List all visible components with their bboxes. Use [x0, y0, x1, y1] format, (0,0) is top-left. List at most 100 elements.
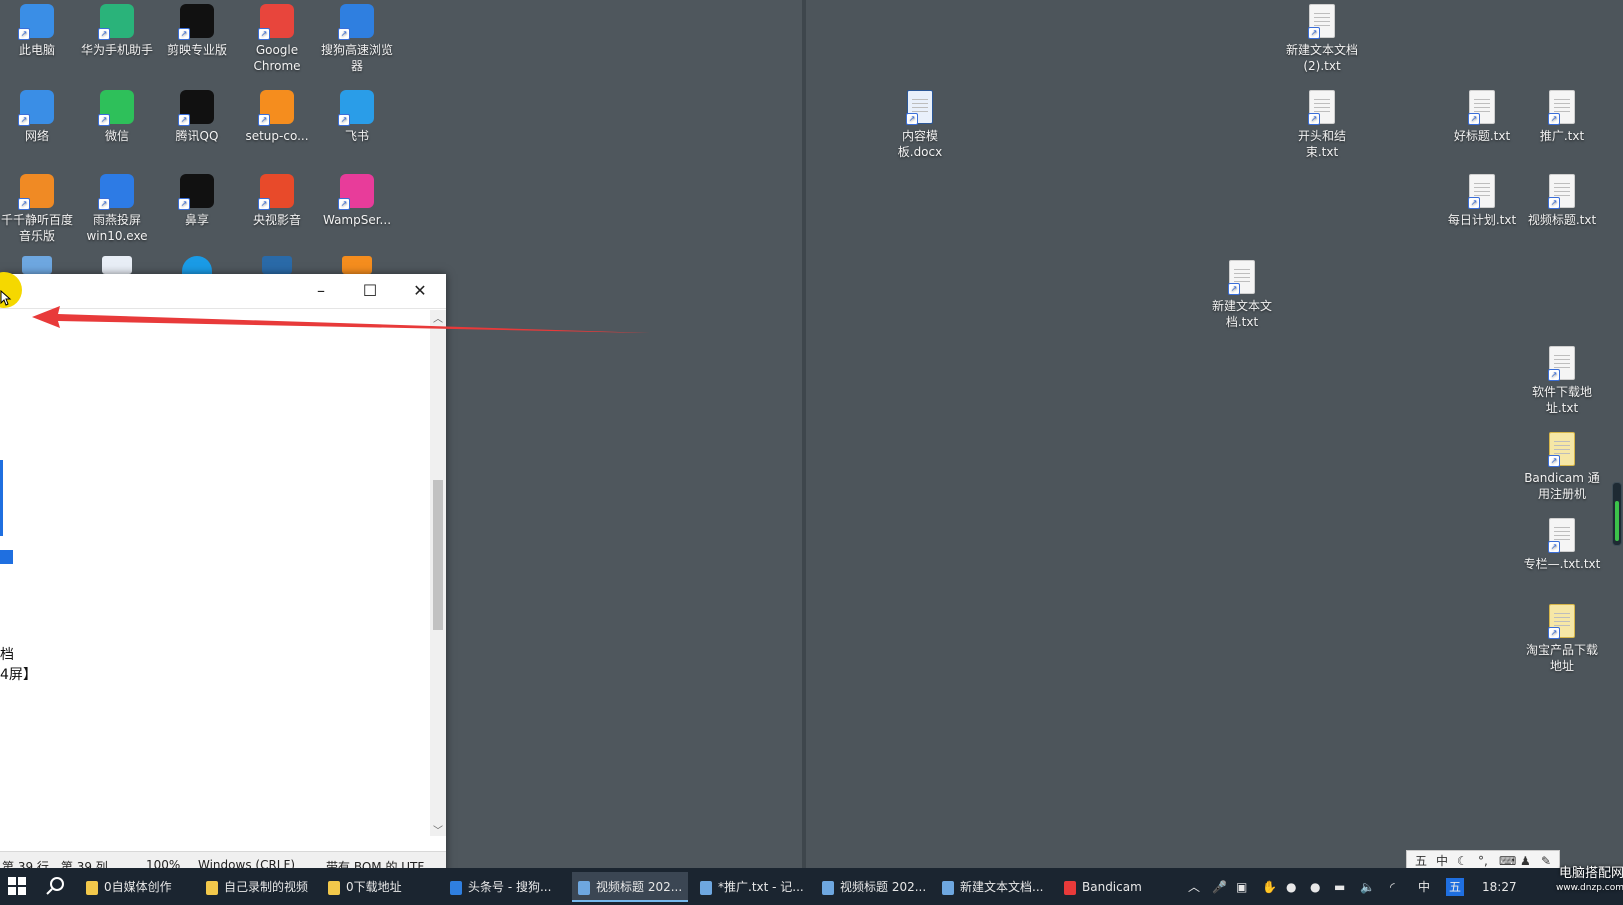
qq-tray-icon[interactable]: ●	[1310, 872, 1320, 902]
ime-mode-indicator[interactable]: 五	[1446, 878, 1465, 896]
desktop-icon[interactable]: ↗ 每日计划.txt	[1442, 174, 1522, 228]
shortcut-arrow-icon: ↗	[1468, 113, 1480, 125]
watermark-url: www.dnzp.com	[1555, 883, 1623, 893]
wampserver-icon: ↗	[338, 174, 374, 210]
shortcut-arrow-icon: ↗	[338, 198, 350, 210]
taskbar-item[interactable]: Bandicam	[1058, 872, 1174, 902]
search-icon[interactable]	[46, 876, 66, 896]
chevron-up-icon[interactable]: ︿	[1188, 872, 1200, 902]
computer-icon: ↗	[18, 4, 54, 40]
desktop-icon[interactable]: ↗ 网络	[0, 90, 77, 144]
desktop-icon[interactable]: ↗ 千千静听百度音乐版	[0, 174, 77, 244]
text-file-icon: ↗	[1468, 174, 1495, 209]
text-file-icon: ↗	[1548, 174, 1575, 209]
desktop-icon[interactable]: ↗ 淘宝产品下载地址	[1522, 604, 1602, 674]
taskbar-item-label: 0自媒体创作	[104, 880, 172, 894]
taskbar-app-icon	[450, 880, 462, 895]
battery-icon[interactable]: ▬	[1334, 872, 1345, 902]
text-file-icon: ↗	[1308, 4, 1335, 39]
desktop-icon[interactable]: ↗ 推广.txt	[1522, 90, 1602, 144]
shortcut-arrow-icon: ↗	[1548, 455, 1560, 467]
shortcut-arrow-icon: ↗	[1548, 113, 1560, 125]
taskbar-item[interactable]: 视频标题 202...	[572, 872, 688, 902]
watermark: 电脑搭配网 www.dnzp.com	[1538, 867, 1623, 903]
notepad-window[interactable]: – ☐ ✕ 档 4屏】 ︿ ﹀ 第 39 行，第 39 列 100% Windo…	[0, 274, 446, 878]
desktop-icon-label: 内容模板.docx	[897, 129, 943, 159]
desktop-icon-label: 淘宝产品下载地址	[1525, 643, 1598, 673]
desktop-icon-label: 新建文本文档.txt	[1211, 299, 1272, 329]
desktop-icon[interactable]: ↗ 鼻享	[157, 174, 237, 228]
taskbar-app-icon	[1064, 880, 1076, 895]
volume-meter	[1612, 482, 1622, 546]
taskbar-app-icon	[328, 880, 340, 895]
desktop-icon[interactable]: ↗ 专栏—.txt.txt	[1522, 518, 1602, 572]
blue-selection-block	[0, 550, 13, 564]
taskbar-item[interactable]: 0自媒体创作	[80, 872, 194, 902]
desktop-icon-label: 雨燕投屏win10.exe	[86, 213, 148, 243]
partial-icon	[342, 256, 372, 274]
desktop-icon[interactable]: ↗ 此电脑	[0, 4, 77, 58]
desktop-icon[interactable]: ↗ 央视影音	[237, 174, 317, 228]
speaker-icon[interactable]: 🔈	[1360, 872, 1375, 902]
ttplayer-icon: ↗	[18, 174, 54, 210]
ime-indicator[interactable]: 中	[1418, 872, 1430, 902]
desktop-icon[interactable]: ↗ 内容模板.docx	[880, 90, 960, 160]
desktop-icon-label: 此电脑	[18, 43, 55, 57]
desktop-icon[interactable]: ↗ 新建文本文档.txt	[1202, 260, 1282, 330]
desktop-icon[interactable]: ↗ Google Chrome	[237, 4, 317, 74]
taskbar-item[interactable]: *推广.txt - 记...	[694, 872, 810, 902]
taskbar-item[interactable]: 头条号 - 搜狗...	[444, 872, 562, 902]
qq-tray-icon[interactable]: ●	[1286, 872, 1296, 902]
notepad-text-area[interactable]: 档 4屏】	[0, 314, 430, 834]
desktop-icon[interactable]: ↗ 新建文本文档 (2).txt	[1282, 4, 1362, 74]
desktop-icon[interactable]: ↗ 好标题.txt	[1442, 90, 1522, 144]
chrome-icon: ↗	[258, 4, 294, 40]
taskbar-item[interactable]: 自己录制的视频	[200, 872, 318, 902]
desktop-icon[interactable]: ↗ Bandicam 通用注册机	[1522, 432, 1602, 502]
tray-app-icon[interactable]: ✋	[1262, 872, 1277, 902]
desktop-icon-label: 好标题.txt	[1453, 129, 1511, 143]
clock[interactable]: 18:27	[1482, 872, 1517, 902]
desktop-icon-label: Google Chrome	[253, 43, 301, 73]
taskbar-item[interactable]: 新建文本文档...	[936, 872, 1052, 902]
annotation-arrow	[32, 306, 650, 333]
desktop-icon-label: 软件下载地址.txt	[1531, 385, 1592, 415]
microphone-icon[interactable]: 🎤	[1212, 872, 1227, 902]
desktop-icon[interactable]: ↗ 开头和结束.txt	[1282, 90, 1362, 160]
network-icon: ↗	[18, 90, 54, 126]
folder-shortcut-icon: ↗	[1548, 432, 1575, 467]
scroll-down-icon[interactable]: ﹀	[432, 822, 444, 837]
desktop-icon[interactable]: ↗ 腾讯QQ	[157, 90, 237, 144]
desktop-icon[interactable]: ↗ 搜狗高速浏览器	[317, 4, 397, 74]
desktop-icon[interactable]: ↗ 雨燕投屏win10.exe	[77, 174, 157, 244]
windows-start-icon[interactable]	[8, 877, 26, 895]
text-file-icon: ↗	[1548, 346, 1575, 381]
shortcut-arrow-icon: ↗	[1548, 369, 1560, 381]
wifi-icon[interactable]: ◜	[1390, 872, 1395, 902]
shortcut-arrow-icon: ↗	[178, 114, 190, 126]
shortcut-arrow-icon: ↗	[1468, 197, 1480, 209]
desktop-icon[interactable]: ↗ 视频标题.txt	[1522, 174, 1602, 228]
desktop-icon[interactable]: ↗ 微信	[77, 90, 157, 144]
desktop-icon[interactable]: ↗ 软件下载地址.txt	[1522, 346, 1602, 416]
desktop-icon[interactable]: ↗ 飞书	[317, 90, 397, 144]
taskbar-item[interactable]: 视频标题 202...	[816, 872, 932, 902]
desktop-icon[interactable]: ↗ 华为手机助手	[77, 4, 157, 58]
taskbar-item[interactable]: 0下载地址	[322, 872, 432, 902]
feishu-icon: ↗	[338, 90, 374, 126]
desktop-icon-label: 微信	[104, 129, 129, 143]
scrollbar-thumb[interactable]	[433, 480, 443, 630]
cctv-icon: ↗	[258, 174, 294, 210]
taskbar-item-label: *推广.txt - 记...	[718, 880, 804, 894]
desktop-icon[interactable]: ↗ 剪映专业版	[157, 4, 237, 58]
shortcut-arrow-icon: ↗	[1548, 627, 1560, 639]
vertical-scrollbar[interactable]: ︿ ﹀	[430, 310, 446, 837]
desktop-icon[interactable]: ↗ setup-co...	[237, 90, 317, 144]
desktop-icon-label: 视频标题.txt	[1527, 213, 1597, 227]
tray-app-icon[interactable]: ▣	[1236, 872, 1247, 902]
desktop-icon[interactable]: ↗ WampSer...	[317, 174, 397, 228]
desktop-icon-label: 搜狗高速浏览器	[320, 43, 393, 73]
shortcut-arrow-icon: ↗	[98, 198, 110, 210]
shortcut-arrow-icon: ↗	[178, 198, 190, 210]
qq-icon: ↗	[178, 90, 214, 126]
